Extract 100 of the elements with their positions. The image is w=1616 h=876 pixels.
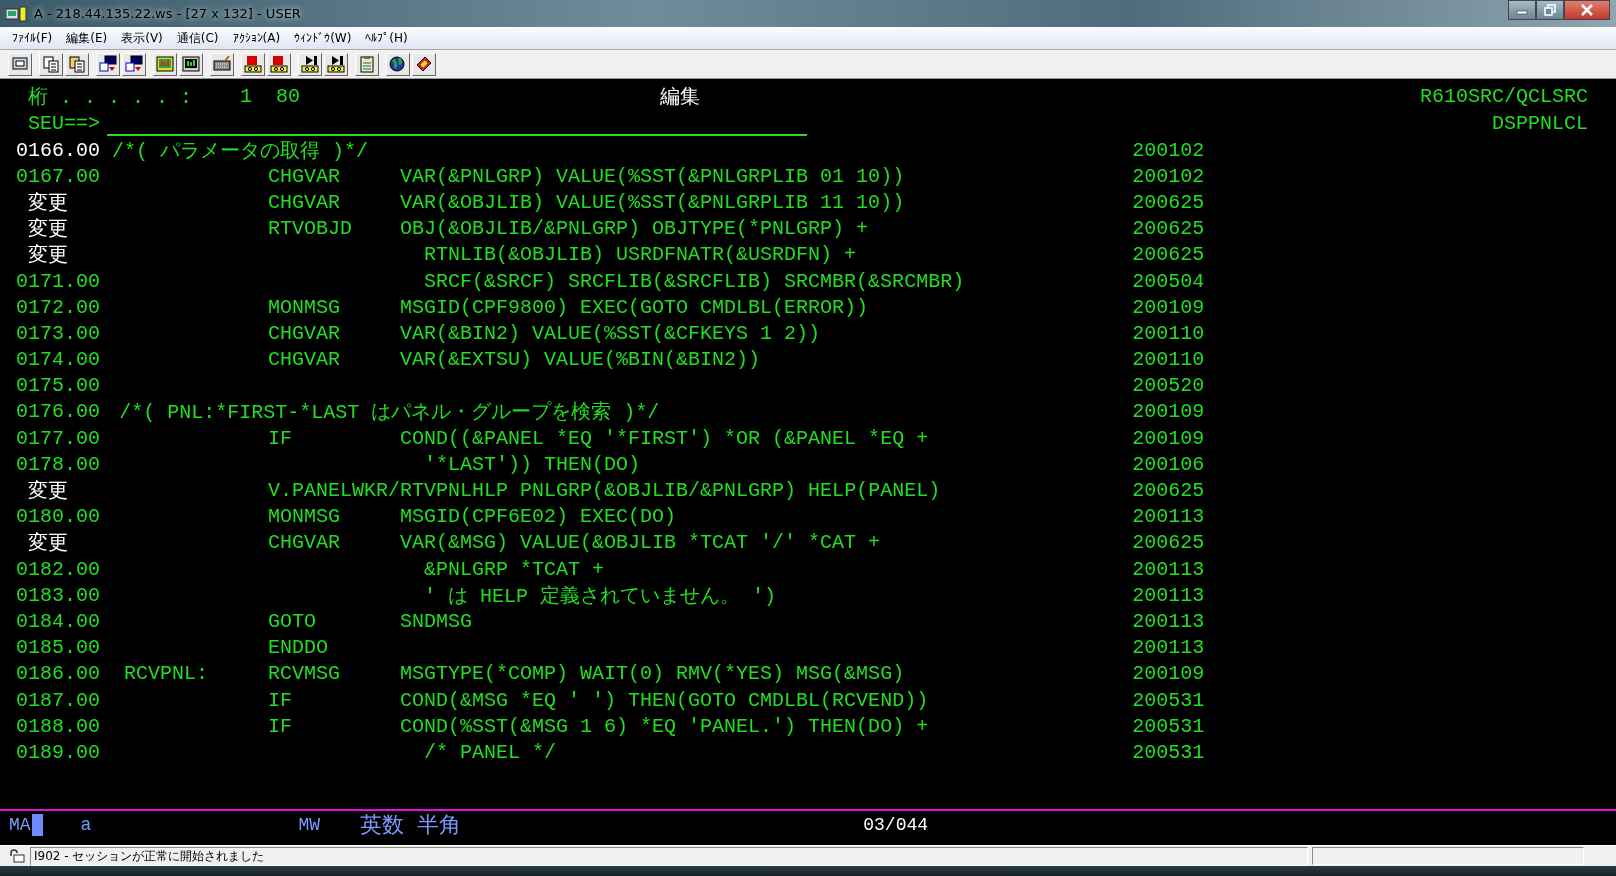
change-date: 200102 <box>1132 164 1205 188</box>
command-name: CHGVAR <box>268 190 341 214</box>
continued-parameters: ' は HELP 定義されていません。 ') <box>424 584 777 608</box>
menu-item[interactable]: 通信(C) <box>176 29 219 47</box>
sequence-number: 0188.00 <box>16 714 101 738</box>
mode-title: 編集 <box>660 85 700 110</box>
terminal-icon <box>6 5 28 22</box>
clipboard-icon[interactable] <box>355 52 379 76</box>
paste-icon[interactable] <box>65 52 89 76</box>
change-date: 200625 <box>1132 217 1205 241</box>
sequence-number: 0167.00 <box>16 164 101 188</box>
command-parameters: MSGID(CPF9800) EXEC(GOTO CMDLBL(ERROR)) <box>400 295 869 319</box>
stop-icon[interactable] <box>267 52 291 76</box>
sequence-number: 0171.00 <box>16 269 101 293</box>
command-parameters: COND(%SST(&MSG 1 6) *EQ 'PANEL.') THEN(DO) + <box>400 714 929 738</box>
command-name: GOTO <box>268 609 317 633</box>
change-date: 200109 <box>1132 426 1205 450</box>
record-icon[interactable] <box>241 52 265 76</box>
send-icon[interactable] <box>96 52 120 76</box>
keyboard-icon[interactable] <box>210 52 234 76</box>
sequence-number: 変更 <box>27 217 69 243</box>
command-name: CHGVAR <box>268 348 341 372</box>
statement-label: RCVPNL: <box>124 662 209 686</box>
shift-indicator: a <box>80 815 92 835</box>
command-parameters: COND(&MSG *EQ ' ') THEN(GOTO CMDLBL(RCVEND)) <box>400 688 929 712</box>
sequence-number: 0184.00 <box>16 609 101 633</box>
sequence-number: 0173.00 <box>16 321 101 345</box>
sequence-number: 0185.00 <box>16 636 101 660</box>
change-date: 200504 <box>1132 269 1205 293</box>
change-date: 200113 <box>1132 583 1205 607</box>
sequence-number: 0182.00 <box>16 557 101 581</box>
change-date: 200113 <box>1132 557 1205 581</box>
menu-item[interactable]: ﾍﾙﾌﾟ(H) <box>365 31 408 45</box>
command-parameters: MSGTYPE(*COMP) WAIT(0) RMV(*YES) MSG(&MSG) <box>400 662 905 686</box>
command-parameters: VAR(&BIN2) VALUE(%SST(&CFKEYS 1 2)) <box>400 321 821 345</box>
screen-icon[interactable] <box>8 52 32 76</box>
copy-icon[interactable] <box>39 52 63 76</box>
columns-label: 桁 . . . . . : <box>27 85 193 110</box>
change-date: 200110 <box>1132 348 1205 372</box>
columns-value: 1 80 <box>240 85 301 108</box>
command-name: MONMSG <box>268 505 341 529</box>
command-name: RTVOBJD <box>268 217 353 241</box>
receive-icon[interactable] <box>122 52 146 76</box>
sequence-number: 変更 <box>27 243 69 269</box>
maximize-button[interactable] <box>1536 0 1564 20</box>
play-icon[interactable] <box>298 52 322 76</box>
command-text: ENDDO <box>268 636 330 660</box>
change-date: 200625 <box>1132 479 1205 503</box>
status-message: I902 - セッションが正常に開始されました <box>30 846 1308 866</box>
change-date: 200109 <box>1132 662 1205 686</box>
change-date: 200113 <box>1132 609 1205 633</box>
source-file: R610SRC/QCLSRC <box>1419 85 1588 108</box>
menu-item[interactable]: ｳｨﾝﾄﾞｳ(W) <box>294 31 352 45</box>
cursor-block <box>31 814 43 836</box>
menu-item[interactable]: 編集(E) <box>66 29 108 47</box>
sequence-number: 0174.00 <box>16 348 101 372</box>
command-name: IF <box>268 688 293 712</box>
sequence-number: 変更 <box>27 531 69 557</box>
change-date: 200113 <box>1132 505 1205 529</box>
continued-parameters: SRCF(&SRCF) SRCFLIB(&SRCFLIB) SRCMBR(&SRCMBR) <box>424 269 965 293</box>
menu-item[interactable]: ﾌｧｲﾙ(F) <box>12 31 53 45</box>
command-name: IF <box>268 426 293 450</box>
change-date: 200113 <box>1132 636 1205 660</box>
command-name: CHGVAR <box>268 531 341 555</box>
change-date: 200625 <box>1132 531 1205 555</box>
sequence-number: 0178.00 <box>16 452 101 476</box>
tag-icon[interactable] <box>412 52 436 76</box>
change-date: 200109 <box>1132 400 1205 424</box>
command-name: CHGVAR <box>268 321 341 345</box>
change-date: 200106 <box>1132 452 1205 476</box>
command-parameters: VAR(&MSG) VALUE(&OBJLIB *TCAT '/' *CAT + <box>400 531 881 555</box>
sequence-number: 変更 <box>27 479 69 505</box>
command-parameters: VAR(&PNLGRP) VALUE(%SST(&PNLGRPLIB 01 10)) <box>400 164 905 188</box>
ime-indicator: 英数 半角 <box>360 813 462 840</box>
command-name: RCVMSG <box>268 662 341 686</box>
change-date: 200625 <box>1132 243 1205 267</box>
sequence-number: 0180.00 <box>16 505 101 529</box>
command-parameters: MSGID(CPF6E02) EXEC(DO) <box>400 505 677 529</box>
sequence-number: 0176.00 <box>16 400 101 424</box>
close-icon <box>1580 4 1594 16</box>
change-date: 200625 <box>1132 190 1205 214</box>
comment-text: /*( パラメータの取得 )*/ <box>112 138 370 164</box>
minimize-button[interactable] <box>1508 0 1536 20</box>
sequence-number: 変更 <box>27 190 69 216</box>
command-name: IF <box>268 714 293 738</box>
change-date: 200109 <box>1132 295 1205 319</box>
menu-item[interactable]: ｱｸｼｮﾝ(A) <box>232 31 281 45</box>
close-button[interactable] <box>1564 0 1610 20</box>
comment-text: /*( PNL:*FIRST-*LAST はパネル・グループを検索 )*/ <box>118 400 661 426</box>
sequence-number: 0166.00 <box>16 138 101 162</box>
continued-parameters: /* PANEL */ <box>424 740 557 764</box>
command-parameters: SNDMSG <box>400 609 473 633</box>
globe-icon[interactable] <box>386 52 410 76</box>
sequence-number: 0172.00 <box>16 295 101 319</box>
change-date: 200531 <box>1132 714 1205 738</box>
menu-item[interactable]: 表示(V) <box>121 29 163 47</box>
command-name: MONMSG <box>268 295 341 319</box>
sequence-number: 0187.00 <box>16 688 101 712</box>
continued-parameters: RTNLIB(&OBJLIB) USRDFNATR(&USRDFN) + <box>424 243 857 267</box>
command-parameters: OBJ(&OBJLIB/&PNLGRP) OBJTYPE(*PNLGRP) + <box>400 217 869 241</box>
